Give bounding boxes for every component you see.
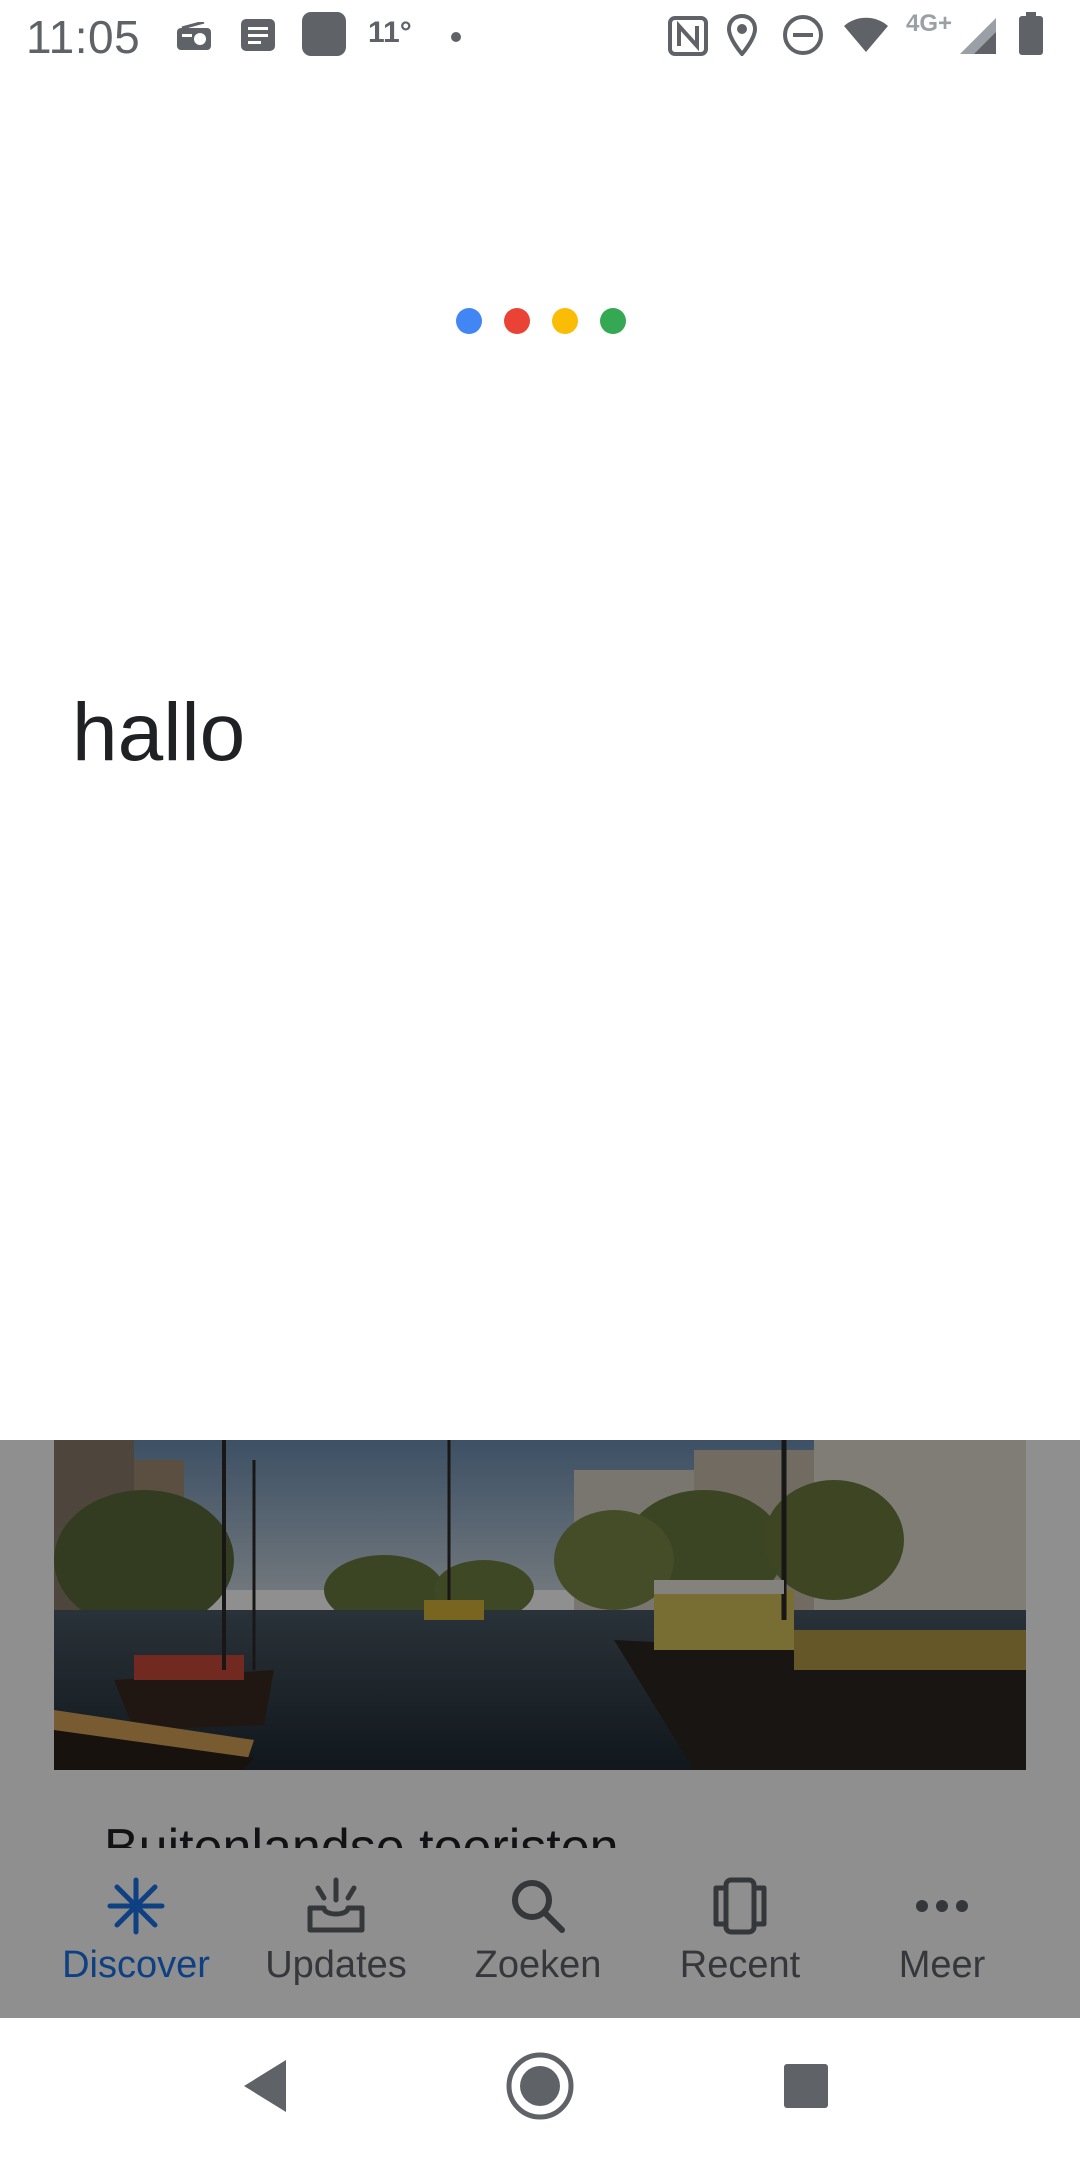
- discover-icon: [107, 1877, 165, 1935]
- news-icon: [240, 18, 276, 57]
- system-navigation-bar: [0, 2018, 1080, 2160]
- tab-zoeken-label: Zoeken: [474, 1944, 602, 1986]
- tab-meer-label: Meer: [898, 1944, 986, 1986]
- temperature: 11°: [368, 16, 412, 49]
- bottom-navigation: Discover Updates Zoeken Recent Meer: [0, 1848, 1080, 2014]
- assistant-dots: [452, 308, 642, 348]
- assistant-dot-yellow: [552, 308, 578, 334]
- assistant-panel: hallo: [0, 72, 1080, 1440]
- assistant-dot-green: [600, 308, 626, 334]
- query-text[interactable]: hallo: [72, 686, 245, 780]
- tab-updates-label: Updates: [265, 1944, 407, 1986]
- home-icon[interactable]: [504, 2050, 576, 2127]
- tab-discover-label: Discover: [62, 1944, 210, 1986]
- more-icon: [916, 1900, 968, 1912]
- assistant-dot-red: [504, 308, 530, 334]
- tab-discover[interactable]: Discover: [36, 1848, 236, 2014]
- search-icon: [512, 1880, 565, 1933]
- news-card[interactable]: Buitenlandse toeristen: [54, 1440, 1026, 1900]
- do-not-disturb-icon: [782, 14, 824, 61]
- tab-recent-label: Recent: [679, 1944, 801, 1986]
- radio-icon: [176, 20, 212, 57]
- recent-icon: [713, 1877, 767, 1935]
- network-label: 4G+: [906, 10, 953, 37]
- card-photo: [54, 1440, 1026, 1770]
- app-icon: [302, 12, 346, 61]
- updates-icon: [307, 1877, 365, 1933]
- tab-recent[interactable]: Recent: [640, 1848, 840, 2014]
- signal-icon: [958, 16, 998, 61]
- back-icon[interactable]: [238, 2056, 298, 2121]
- overview-icon[interactable]: [782, 2062, 830, 2115]
- battery-icon: [1018, 12, 1044, 61]
- location-icon: [726, 13, 758, 61]
- tab-meer[interactable]: Meer: [842, 1848, 1042, 2014]
- wifi-icon: [842, 16, 890, 59]
- tab-updates[interactable]: Updates: [236, 1848, 436, 2014]
- tab-zoeken[interactable]: Zoeken: [438, 1848, 638, 2014]
- status-time: 11:05: [26, 11, 141, 63]
- dot-icon: [450, 30, 462, 48]
- status-bar: 11:05 11° 4G+: [0, 0, 1080, 72]
- assistant-dot-blue: [456, 308, 482, 334]
- nfc-icon: [668, 16, 708, 61]
